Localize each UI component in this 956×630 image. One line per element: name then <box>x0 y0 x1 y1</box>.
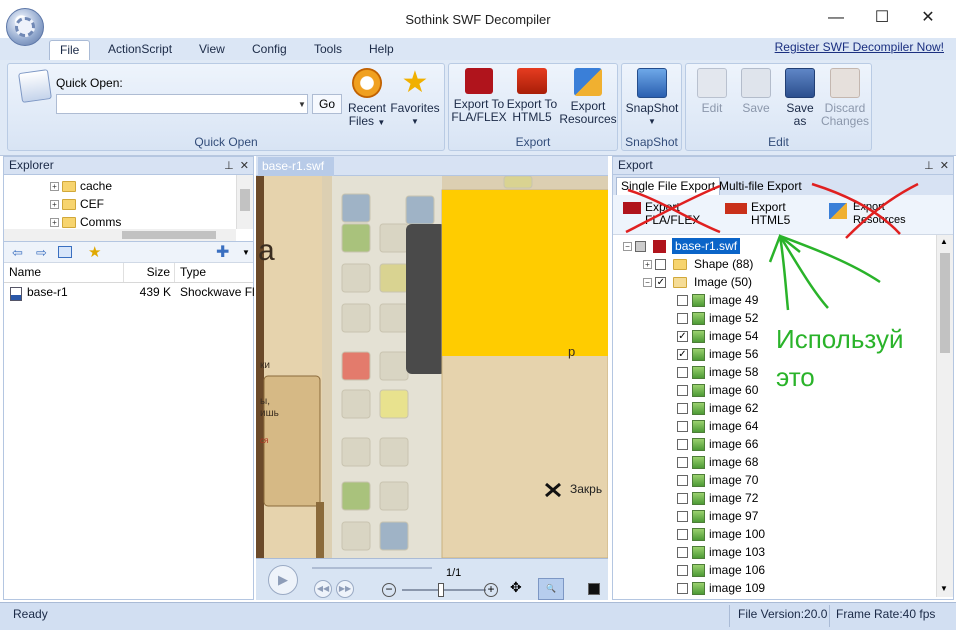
annotation-overlay <box>625 182 919 311</box>
status-file-version: File Version:20.0 <box>738 607 828 621</box>
annotation-text: Используй <box>776 324 904 354</box>
app-menu-button[interactable] <box>6 8 44 46</box>
status-separator <box>829 605 830 627</box>
annotation-text: это <box>776 362 815 392</box>
red-cross-stroke <box>845 182 919 239</box>
status-separator <box>729 605 730 627</box>
app-window: Sothink SWF Decompiler — ☐ ✕ File Action… <box>0 0 956 630</box>
green-arrow-head <box>768 233 801 263</box>
red-cross-stroke <box>811 182 901 235</box>
red-cross-stroke <box>627 188 721 234</box>
gear-icon <box>15 17 35 37</box>
status-ready: Ready <box>13 607 48 621</box>
status-frame-rate: Frame Rate:40 fps <box>836 607 936 621</box>
status-bar: Ready File Version:20.0 Frame Rate:40 fp… <box>0 602 956 630</box>
